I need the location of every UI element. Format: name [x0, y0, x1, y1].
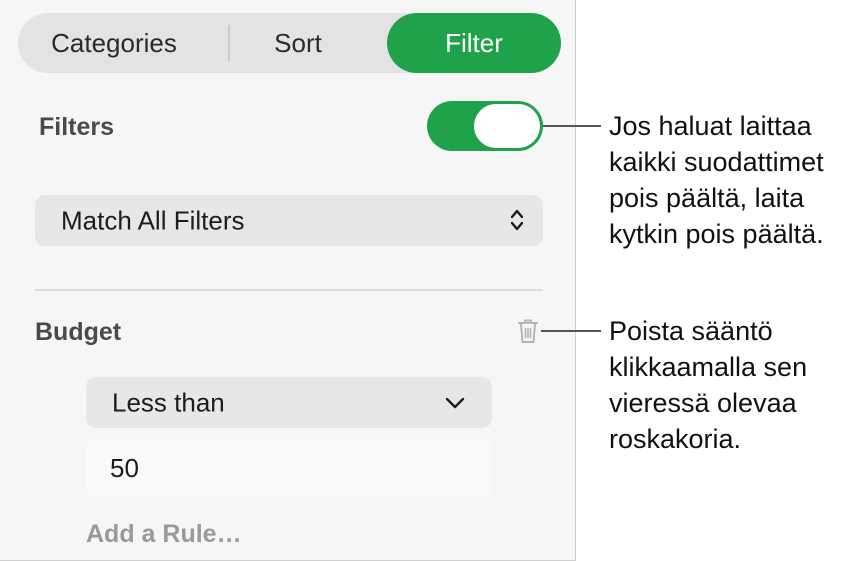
trash-callout: Poista sääntö klikkaamalla sen vieressä …: [609, 313, 807, 457]
condition-value: Less than: [112, 387, 225, 417]
up-down-chevron-icon: [510, 209, 524, 231]
callout-line-text: kytkin pois päältä.: [609, 219, 824, 249]
rule-value-input[interactable]: [86, 440, 492, 496]
trash-callout-line: [541, 330, 601, 332]
filters-toggle[interactable]: [427, 101, 543, 151]
toggle-callout: Jos haluat laittaa kaikki suodattimet po…: [609, 108, 824, 252]
callout-line-text: Poista sääntö: [609, 316, 773, 346]
tab-sort[interactable]: Sort: [230, 13, 366, 73]
segmented-control: Categories Sort Filter: [18, 13, 561, 73]
filter-panel: Categories Sort Filter Filters Match All…: [0, 0, 576, 561]
tab-categories[interactable]: Categories: [18, 13, 210, 73]
filters-label: Filters: [39, 113, 115, 141]
add-rule-button[interactable]: Add a Rule…: [86, 520, 242, 549]
condition-popup[interactable]: Less than: [86, 377, 492, 428]
callout-line-text: roskakoria.: [609, 424, 742, 454]
match-filters-value: Match All Filters: [61, 205, 245, 235]
chevron-down-icon: [445, 397, 465, 409]
rule-name: Budget: [35, 318, 122, 346]
callout-line-text: kaikki suodattimet: [609, 147, 824, 177]
section-divider: [35, 289, 543, 291]
match-filters-popup[interactable]: Match All Filters: [35, 195, 543, 246]
toggle-callout-line: [543, 125, 601, 127]
callout-line-text: pois päältä, laita: [609, 183, 805, 213]
trash-icon[interactable]: [516, 317, 540, 345]
callout-line-text: Jos haluat laittaa: [609, 111, 812, 141]
callout-line-text: klikkaamalla sen: [609, 352, 808, 382]
tab-filter[interactable]: Filter: [387, 13, 561, 73]
callout-line-text: vieressä olevaa: [609, 388, 797, 418]
toggle-knob: [474, 104, 540, 148]
rule-value-field[interactable]: [86, 440, 492, 496]
